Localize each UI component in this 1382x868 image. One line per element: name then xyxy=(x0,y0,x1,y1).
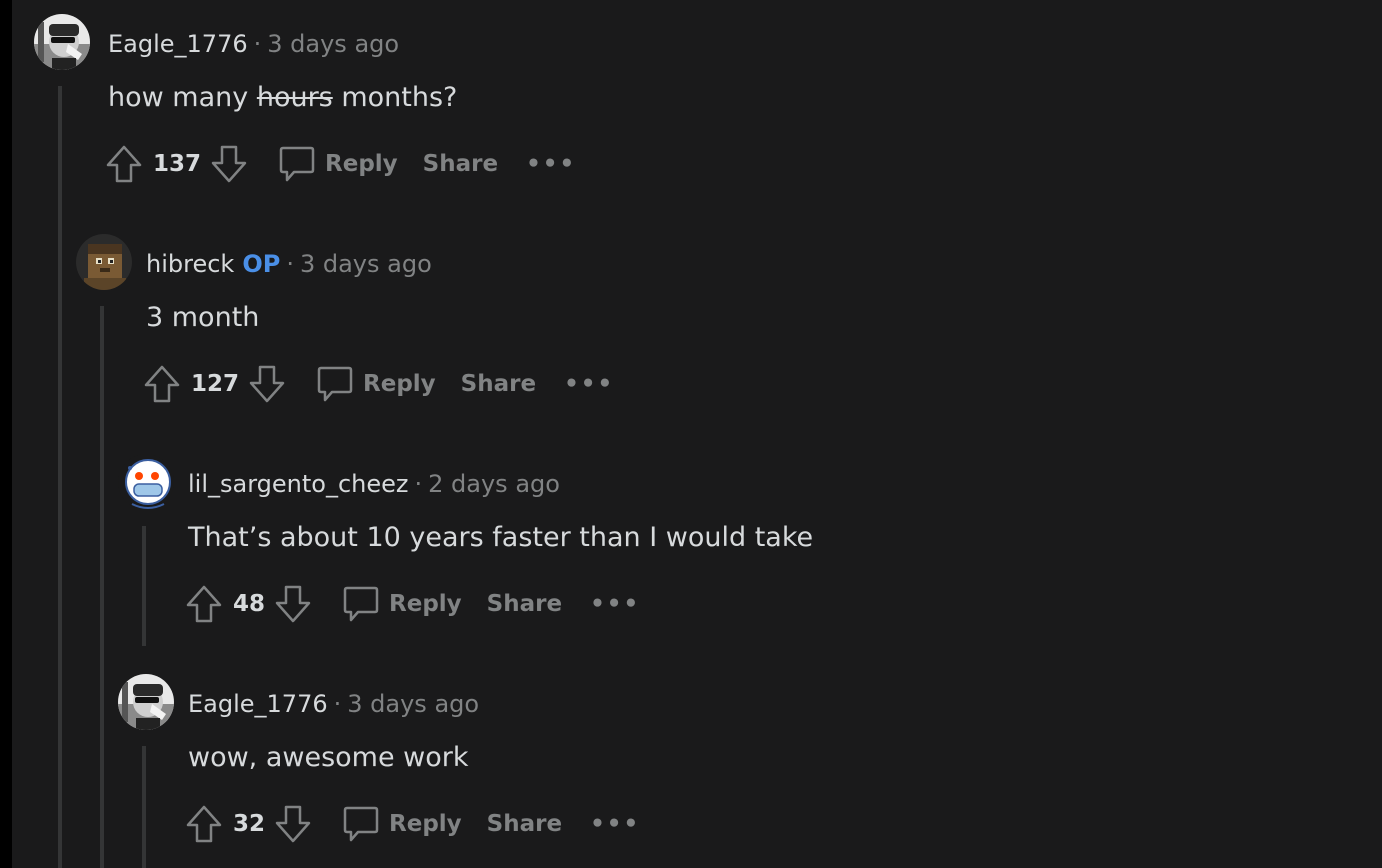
username[interactable]: hibreck xyxy=(146,250,234,278)
comment-bubble-icon xyxy=(277,144,317,184)
eagle-avatar-icon xyxy=(34,14,90,70)
reply-button[interactable]: Reply xyxy=(341,804,462,844)
comment-body: 3 month xyxy=(146,302,260,333)
vote-score: 32 xyxy=(233,811,266,837)
upvote-icon xyxy=(186,805,222,843)
upvote-button[interactable] xyxy=(104,144,144,184)
comment-bubble-icon xyxy=(341,804,381,844)
username[interactable]: Eagle_1776 xyxy=(188,690,328,718)
thread-line[interactable] xyxy=(58,86,62,868)
eagle-avatar-icon xyxy=(118,674,174,730)
separator: · xyxy=(333,690,342,718)
timestamp[interactable]: 2 days ago xyxy=(428,470,560,498)
timestamp[interactable]: 3 days ago xyxy=(267,30,399,58)
thread-line[interactable] xyxy=(100,306,104,868)
more-options-icon[interactable]: ••• xyxy=(526,151,576,177)
upvote-icon xyxy=(144,365,180,403)
upvote-icon xyxy=(106,145,142,183)
upvote-button[interactable] xyxy=(184,804,224,844)
username[interactable]: lil_sargento_cheez xyxy=(188,470,409,498)
downvote-button[interactable] xyxy=(247,364,287,404)
thread-line[interactable] xyxy=(142,526,146,646)
avatar[interactable] xyxy=(76,234,132,290)
comment-bubble-icon xyxy=(341,584,381,624)
downvote-button[interactable] xyxy=(273,584,313,624)
timestamp[interactable]: 3 days ago xyxy=(300,250,432,278)
avatar[interactable] xyxy=(34,14,90,70)
comment-body: That’s about 10 years faster than I woul… xyxy=(188,522,814,553)
snoo-avatar-icon xyxy=(118,442,174,510)
vote-score: 48 xyxy=(233,591,266,617)
comment-thread: Eagle_1776 · 3 days ago how many hours mon… xyxy=(0,0,1382,868)
share-button[interactable]: Share xyxy=(423,151,498,177)
comment-bubble-icon xyxy=(315,364,355,404)
comment-meta: Eagle_1776 · 3 days ago xyxy=(108,29,399,59)
reply-label: Reply xyxy=(389,811,462,837)
comment-meta: lil_sargento_cheez · 2 days ago xyxy=(188,469,560,499)
thread-line[interactable] xyxy=(142,746,146,868)
avatar[interactable] xyxy=(118,674,174,730)
struck-text: hours xyxy=(256,82,333,113)
upvote-icon xyxy=(186,585,222,623)
share-button[interactable]: Share xyxy=(461,371,536,397)
more-options-icon[interactable]: ••• xyxy=(564,371,614,397)
share-button[interactable]: Share xyxy=(487,811,562,837)
upvote-button[interactable] xyxy=(184,584,224,624)
upvote-button[interactable] xyxy=(142,364,182,404)
downvote-button[interactable] xyxy=(209,144,249,184)
comment-actions: 137 Reply Share ••• xyxy=(104,144,576,184)
comment-meta: hibreck OP · 3 days ago xyxy=(146,249,432,279)
pixel-head-avatar-icon xyxy=(76,234,132,290)
reply-label: Reply xyxy=(325,151,398,177)
comment-actions: 127 Reply Share ••• xyxy=(142,364,614,404)
reply-button[interactable]: Reply xyxy=(315,364,436,404)
timestamp[interactable]: 3 days ago xyxy=(347,690,479,718)
body-text: how many xyxy=(108,82,257,113)
vote-score: 137 xyxy=(153,151,202,177)
share-button[interactable]: Share xyxy=(487,591,562,617)
comment-actions: 32 Reply Share ••• xyxy=(184,804,640,844)
comment-actions: 48 Reply Share ••• xyxy=(184,584,640,624)
username[interactable]: Eagle_1776 xyxy=(108,30,248,58)
downvote-button[interactable] xyxy=(273,804,313,844)
downvote-icon xyxy=(249,365,285,403)
separator: · xyxy=(414,470,423,498)
more-options-icon[interactable]: ••• xyxy=(590,811,640,837)
left-edge xyxy=(0,0,12,868)
downvote-icon xyxy=(275,805,311,843)
comment-meta: Eagle_1776 · 3 days ago xyxy=(188,689,479,719)
op-badge: OP xyxy=(242,250,281,278)
downvote-icon xyxy=(275,585,311,623)
reply-label: Reply xyxy=(389,591,462,617)
downvote-icon xyxy=(211,145,247,183)
comment-body: wow, awesome work xyxy=(188,742,469,773)
avatar[interactable] xyxy=(118,442,174,510)
reply-button[interactable]: Reply xyxy=(277,144,398,184)
vote-score: 127 xyxy=(191,371,240,397)
separator: · xyxy=(286,250,294,278)
body-text: months? xyxy=(332,82,458,113)
comment-body: how many hours months? xyxy=(108,81,457,115)
reply-button[interactable]: Reply xyxy=(341,584,462,624)
more-options-icon[interactable]: ••• xyxy=(590,591,640,617)
reply-label: Reply xyxy=(363,371,436,397)
separator: · xyxy=(253,30,262,58)
